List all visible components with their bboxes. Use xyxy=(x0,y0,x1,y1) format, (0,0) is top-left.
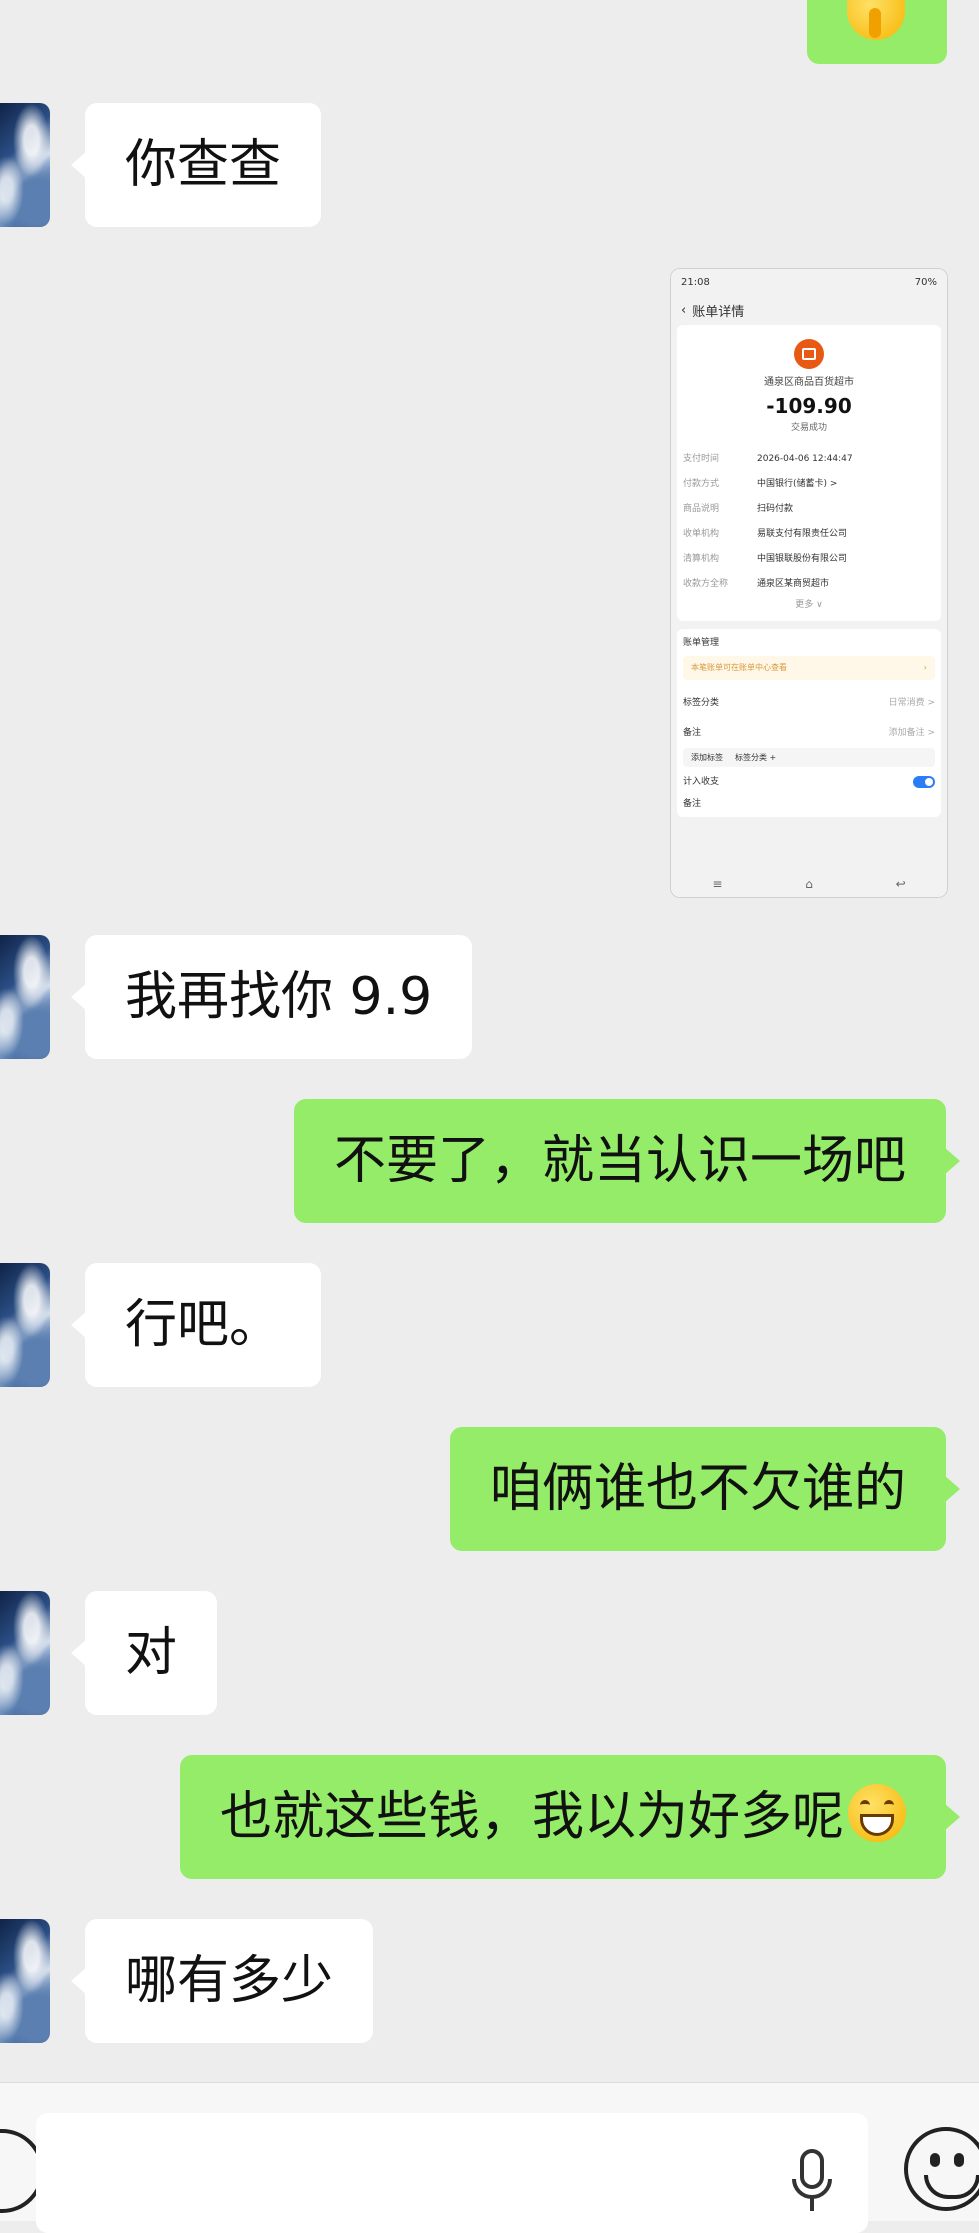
message-text: 咱俩谁也不欠谁的 xyxy=(489,1459,906,1519)
message-text: 你查查 xyxy=(125,135,282,195)
screenshot-battery: 70% xyxy=(914,276,937,288)
message-text: 不要了，就当认识一场吧 xyxy=(333,1131,906,1191)
message-bubble-received[interactable]: 行吧。 xyxy=(70,1263,322,1387)
menu-icon: ≡ xyxy=(712,877,723,891)
message-bubble-partial[interactable] xyxy=(807,0,947,64)
message-text: 也就这些钱，我以为好多呢 xyxy=(219,1787,844,1847)
tag-row: 添加标签 标签分类 + xyxy=(683,748,935,767)
detail-row: 收单机构 易联支付有限责任公司 xyxy=(683,529,848,539)
message-bubble-received[interactable]: 对 xyxy=(70,1591,218,1715)
manage-row: 备注 添加备注 > xyxy=(683,728,935,738)
bill-status: 交易成功 xyxy=(790,423,827,433)
emoji-button[interactable] xyxy=(904,2127,979,2211)
screenshot-status-bar: 21:08 70% xyxy=(671,269,947,295)
home-icon: ⌂ xyxy=(805,877,813,891)
message-bubble-received[interactable]: 哪有多少 xyxy=(70,1919,374,2043)
more-link: 更多 ∨ xyxy=(795,600,823,610)
screenshot-time: 21:08 xyxy=(681,276,710,288)
message-text: 我再找你 9.9 xyxy=(125,967,433,1027)
message-text: 哪有多少 xyxy=(125,1951,334,2011)
screenshot-nav: ‹ 账单详情 xyxy=(671,295,947,325)
image-message-payment-screenshot[interactable]: 21:08 70% ‹ 账单详情 通泉区商品百货超市 -109.90 交易成功 … xyxy=(670,268,948,898)
chat-input-bar xyxy=(0,2082,979,2233)
screenshot-title: 账单详情 xyxy=(692,304,745,320)
merchant-logo-icon xyxy=(794,339,824,369)
manage-title: 账单管理 xyxy=(683,638,720,648)
grin-emoji-icon xyxy=(848,1784,906,1842)
shush-emoji-icon xyxy=(847,0,905,40)
bill-detail-card: 通泉区商品百货超市 -109.90 交易成功 支付时间 2026-04-06 12… xyxy=(677,325,941,621)
contact-avatar[interactable] xyxy=(0,1919,50,2043)
message-bubble-received[interactable]: 你查查 xyxy=(70,103,322,227)
manage-row: 计入收支 xyxy=(683,767,935,797)
detail-row: 商品说明 扫码付款 xyxy=(683,504,794,514)
bill-manage-card: 账单管理 本笔账单可在账单中心查看 › 标签分类 日常消费 > 备注 添加备注 > 添… xyxy=(677,629,941,817)
detail-row: 收款方全称 通泉区某商贸超市 xyxy=(683,579,830,589)
screenshot-system-nav: ≡ ⌂ ↩ xyxy=(671,871,947,897)
message-bubble-sent[interactable]: 不要了，就当认识一场吧 xyxy=(293,1099,961,1223)
toggle-switch xyxy=(913,776,935,788)
manage-row: 备注 xyxy=(683,799,702,809)
message-bubble-sent[interactable]: 也就这些钱，我以为好多呢 xyxy=(179,1755,961,1879)
merchant-name: 通泉区商品百货超市 xyxy=(764,377,854,388)
contact-avatar[interactable] xyxy=(0,1263,50,1387)
manage-row: 标签分类 日常消费 > xyxy=(683,698,935,708)
tip-banner: 本笔账单可在账单中心查看 › xyxy=(683,656,935,680)
message-bubble-sent[interactable]: 咱俩谁也不欠谁的 xyxy=(449,1427,961,1551)
message-bubble-received[interactable]: 我再找你 9.9 xyxy=(70,935,473,1059)
detail-row: 清算机构 中国银联股份有限公司 xyxy=(683,554,848,564)
detail-row: 支付时间 2026-04-06 12:44:47 xyxy=(683,454,853,464)
back-icon: ↩ xyxy=(895,877,906,891)
detail-row: 付款方式 中国银行(储蓄卡) > xyxy=(683,479,838,489)
contact-avatar[interactable] xyxy=(0,103,50,227)
contact-avatar[interactable] xyxy=(0,935,50,1059)
microphone-icon[interactable] xyxy=(790,2149,834,2213)
message-text: 对 xyxy=(125,1623,178,1683)
message-text: 行吧。 xyxy=(125,1295,282,1355)
contact-avatar[interactable] xyxy=(0,1591,50,1715)
back-chevron-icon: ‹ xyxy=(681,302,687,318)
bill-amount: -109.90 xyxy=(766,394,852,418)
message-input[interactable] xyxy=(36,2113,868,2233)
